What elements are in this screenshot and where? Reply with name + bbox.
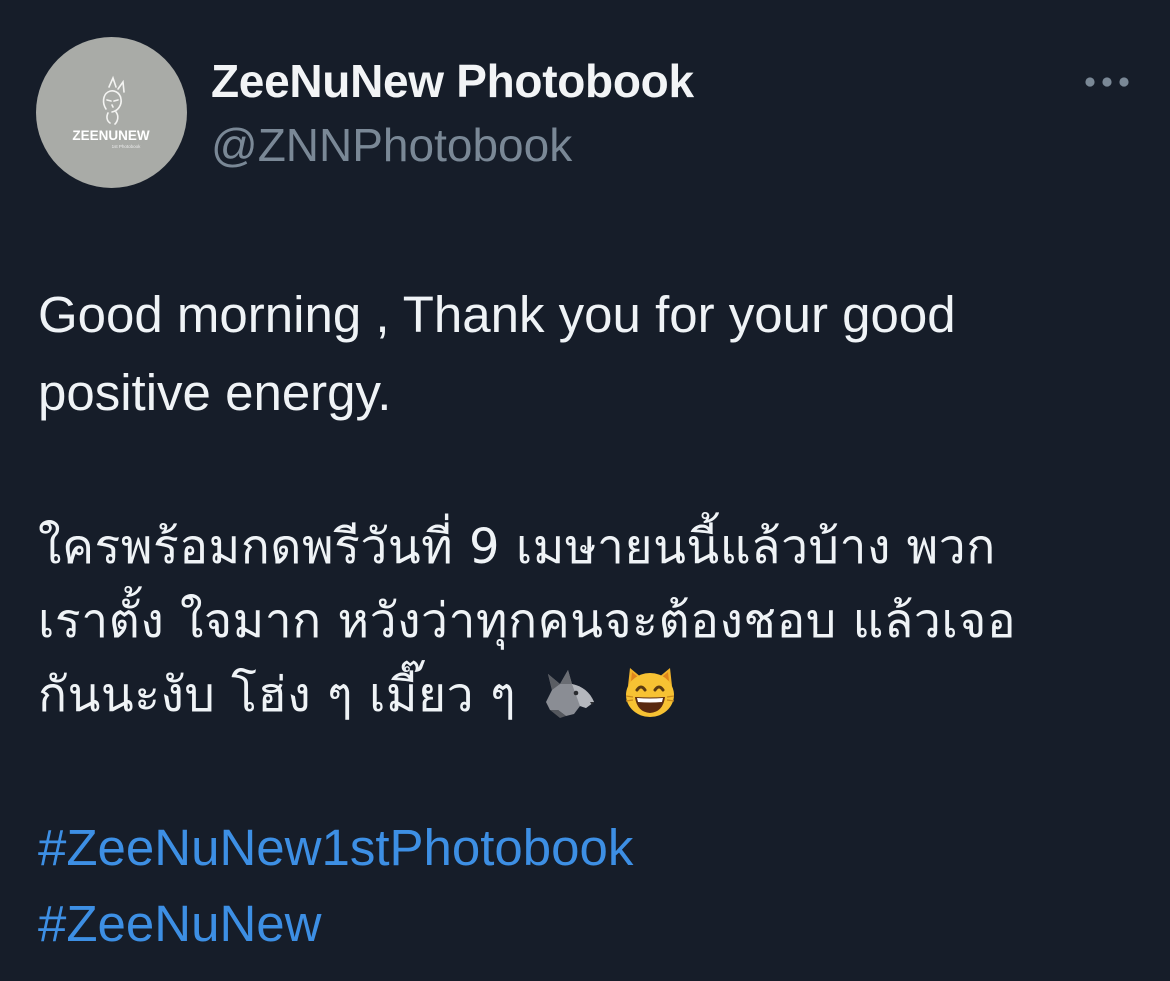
avatar-logo: ZEENUNEW 1st Photobook <box>72 75 150 149</box>
hashtag-list: #ZeeNuNew1stPhotobook #ZeeNuNew <box>38 810 1138 962</box>
author-handle[interactable]: @ZNNPhotobook <box>211 118 572 172</box>
thai-line-2: เราตั้ง ใจมาก หวังว่าทุกคนจะต้องชอบ แล้ว… <box>38 593 1017 649</box>
english-paragraph: Good morning , Thank you for your good p… <box>38 276 1138 432</box>
hashtag-link[interactable]: #ZeeNuNew1stPhotobook <box>38 810 1138 886</box>
grinning-cat-emoji <box>625 668 674 717</box>
english-line-1: Good morning , Thank you for your good <box>38 286 956 343</box>
wolf-emoji <box>545 670 594 718</box>
avatar-logo-subtext: 1st Photobook <box>112 144 142 149</box>
thai-line-1: ใครพร้อมกดพรีวันที่ 9 เมษายนนี้แล้วบ้าง … <box>38 519 996 575</box>
thai-line-3-wrapper: กันนะงับ โฮ่ง ๆ เมี๊ยว ๆ <box>38 658 1138 732</box>
hashtag-link[interactable]: #ZeeNuNew <box>38 886 1138 962</box>
english-line-2: positive energy. <box>38 364 392 421</box>
more-options-button[interactable] <box>1080 66 1136 98</box>
author-display-name[interactable]: ZeeNuNew Photobook <box>211 54 694 108</box>
thai-paragraph: ใครพร้อมกดพรีวันที่ 9 เมษายนนี้แล้วบ้าง … <box>38 510 1138 732</box>
more-horizontal-icon <box>1085 77 1129 87</box>
tweet-text: Good morning , Thank you for your good p… <box>38 276 1138 962</box>
tweet-card: ZEENUNEW 1st Photobook ZeeNuNew Photoboo… <box>0 0 1170 981</box>
thai-line-3: กันนะงับ โฮ่ง ๆ เมี๊ยว ๆ <box>38 667 517 723</box>
avatar[interactable]: ZEENUNEW 1st Photobook <box>36 37 187 188</box>
avatar-logo-text: ZEENUNEW <box>72 128 150 143</box>
